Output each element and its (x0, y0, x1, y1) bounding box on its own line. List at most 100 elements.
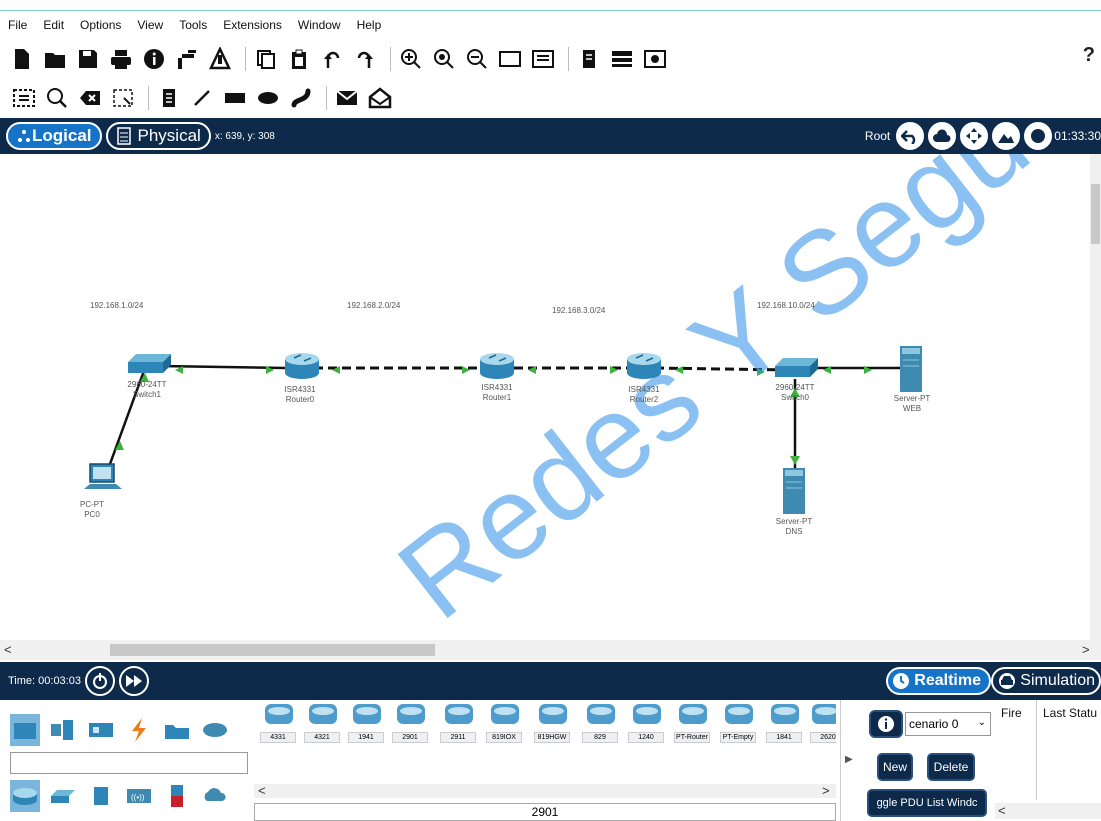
model-1240[interactable]: 1240 (628, 702, 666, 743)
network-devices-icon[interactable] (10, 714, 40, 746)
resize-icon[interactable] (109, 84, 137, 112)
menu-options[interactable]: Options (72, 18, 129, 32)
security-icon[interactable] (162, 780, 192, 812)
new-file-icon[interactable] (8, 45, 36, 73)
screenshot-icon[interactable] (641, 45, 669, 73)
last-status-column-header[interactable]: Last Statu (1043, 706, 1097, 720)
scroll-left-icon[interactable]: < (258, 783, 266, 798)
activity-wizard-icon[interactable] (206, 45, 234, 73)
scroll-left-icon[interactable]: < (998, 803, 1006, 818)
zoom-reset-icon[interactable] (430, 45, 458, 73)
canvas-vertical-scrollbar[interactable] (1090, 154, 1101, 640)
wan-emulation-icon[interactable] (200, 780, 230, 812)
note-icon[interactable] (155, 84, 183, 112)
physical-tab[interactable]: Physical (105, 122, 211, 150)
undo-icon[interactable] (318, 45, 346, 73)
model-1841[interactable]: 1841 (766, 702, 804, 743)
draw-line-icon[interactable] (188, 84, 216, 112)
model-2901[interactable]: 2901 (392, 702, 430, 743)
palette-icon[interactable] (496, 45, 524, 73)
realtime-tab[interactable]: Realtime (886, 667, 991, 695)
menu-file[interactable]: File (0, 18, 35, 32)
device-template-icon[interactable] (529, 45, 557, 73)
freeform-icon[interactable] (287, 84, 315, 112)
scenario-info-button[interactable] (869, 710, 903, 738)
delete-icon[interactable] (76, 84, 104, 112)
server-web-icon[interactable] (900, 346, 922, 392)
print-icon[interactable] (107, 45, 135, 73)
copy-icon[interactable] (252, 45, 280, 73)
delete-scenario-button[interactable]: Delete (927, 753, 975, 781)
power-cycle-icon[interactable] (84, 666, 115, 696)
components-icon[interactable] (86, 714, 116, 746)
switches-icon[interactable] (48, 780, 78, 812)
model-2911[interactable]: 2911 (440, 702, 478, 743)
logical-tab[interactable]: Logical (6, 122, 102, 150)
network-wizard-icon[interactable] (173, 45, 201, 73)
scroll-thumb[interactable] (1091, 184, 1100, 244)
open-folder-icon[interactable] (41, 45, 69, 73)
new-scenario-button[interactable]: New (877, 753, 913, 781)
add-simple-pdu-icon[interactable] (333, 84, 361, 112)
model-list-scrollbar[interactable]: < > (254, 783, 836, 798)
fire-column-header[interactable]: Fire (1001, 706, 1022, 720)
model-819iox[interactable]: 819IOX (486, 702, 524, 743)
pdu-table-scrollbar[interactable]: < (995, 803, 1101, 819)
router0-icon[interactable] (285, 353, 319, 379)
pc0-icon[interactable] (84, 463, 122, 489)
scroll-right-icon[interactable]: > (1082, 642, 1090, 657)
menu-view[interactable]: View (129, 18, 171, 32)
hubs-icon[interactable] (86, 780, 116, 812)
connections-icon[interactable] (124, 714, 154, 746)
menu-edit[interactable]: Edit (35, 18, 72, 32)
background-image-icon[interactable] (992, 122, 1021, 150)
router1-icon[interactable] (480, 353, 514, 379)
scroll-right-icon[interactable]: > (822, 783, 830, 798)
menu-window[interactable]: Window (290, 18, 349, 32)
model-2620[interactable]: 2620 (810, 702, 836, 743)
model-829[interactable]: 829 (582, 702, 620, 743)
server-dns-icon[interactable] (783, 468, 805, 514)
multiuser-icon[interactable] (200, 714, 230, 746)
scenario-select[interactable]: cenario 0 ⌄ (905, 712, 991, 736)
scroll-thumb[interactable] (110, 644, 435, 656)
simulation-tab[interactable]: Simulation (991, 667, 1101, 695)
help-icon[interactable]: ? (1083, 44, 1095, 67)
back-icon[interactable] (896, 122, 925, 150)
fast-forward-icon[interactable] (118, 666, 149, 696)
model-pt-empty[interactable]: PT-Empty (720, 702, 758, 743)
draw-ellipse-icon[interactable] (254, 84, 282, 112)
inspect-icon[interactable] (43, 84, 71, 112)
move-icon[interactable] (960, 122, 989, 150)
model-4321[interactable]: 4321 (304, 702, 342, 743)
menu-tools[interactable]: Tools (171, 18, 215, 32)
save-icon[interactable] (74, 45, 102, 73)
ipc-icon[interactable] (575, 45, 603, 73)
scroll-left-icon[interactable]: < (4, 642, 12, 657)
menu-help[interactable]: Help (349, 18, 390, 32)
model-4331[interactable]: 4331 (260, 702, 298, 743)
routers-icon[interactable] (10, 780, 40, 812)
menu-extensions[interactable]: Extensions (215, 18, 290, 32)
canvas-horizontal-scrollbar[interactable]: < > (0, 640, 1101, 660)
device-search-input[interactable] (10, 752, 248, 774)
wireless-icon[interactable]: ((•)) (124, 780, 154, 812)
miscellaneous-icon[interactable] (162, 714, 192, 746)
select-icon[interactable] (10, 84, 38, 112)
info-icon[interactable] (140, 45, 168, 73)
switch1-icon[interactable] (128, 354, 171, 373)
panel-expand-icon[interactable]: ▶ (845, 754, 853, 765)
stack-icon[interactable] (608, 45, 636, 73)
zoom-out-icon[interactable] (463, 45, 491, 73)
cloud-icon[interactable] (928, 122, 957, 150)
redo-icon[interactable] (351, 45, 379, 73)
model-1941[interactable]: 1941 (348, 702, 386, 743)
draw-rectangle-icon[interactable] (221, 84, 249, 112)
model-819hgw[interactable]: 819HGW (534, 702, 572, 743)
zoom-in-icon[interactable] (397, 45, 425, 73)
paste-icon[interactable] (285, 45, 313, 73)
add-complex-pdu-icon[interactable] (366, 84, 394, 112)
end-devices-icon[interactable] (48, 714, 78, 746)
viewport-icon[interactable] (1024, 122, 1053, 150)
topology-canvas[interactable]: Redes Y Seguridad 192.168.1.0/24 192.168… (0, 154, 1090, 640)
